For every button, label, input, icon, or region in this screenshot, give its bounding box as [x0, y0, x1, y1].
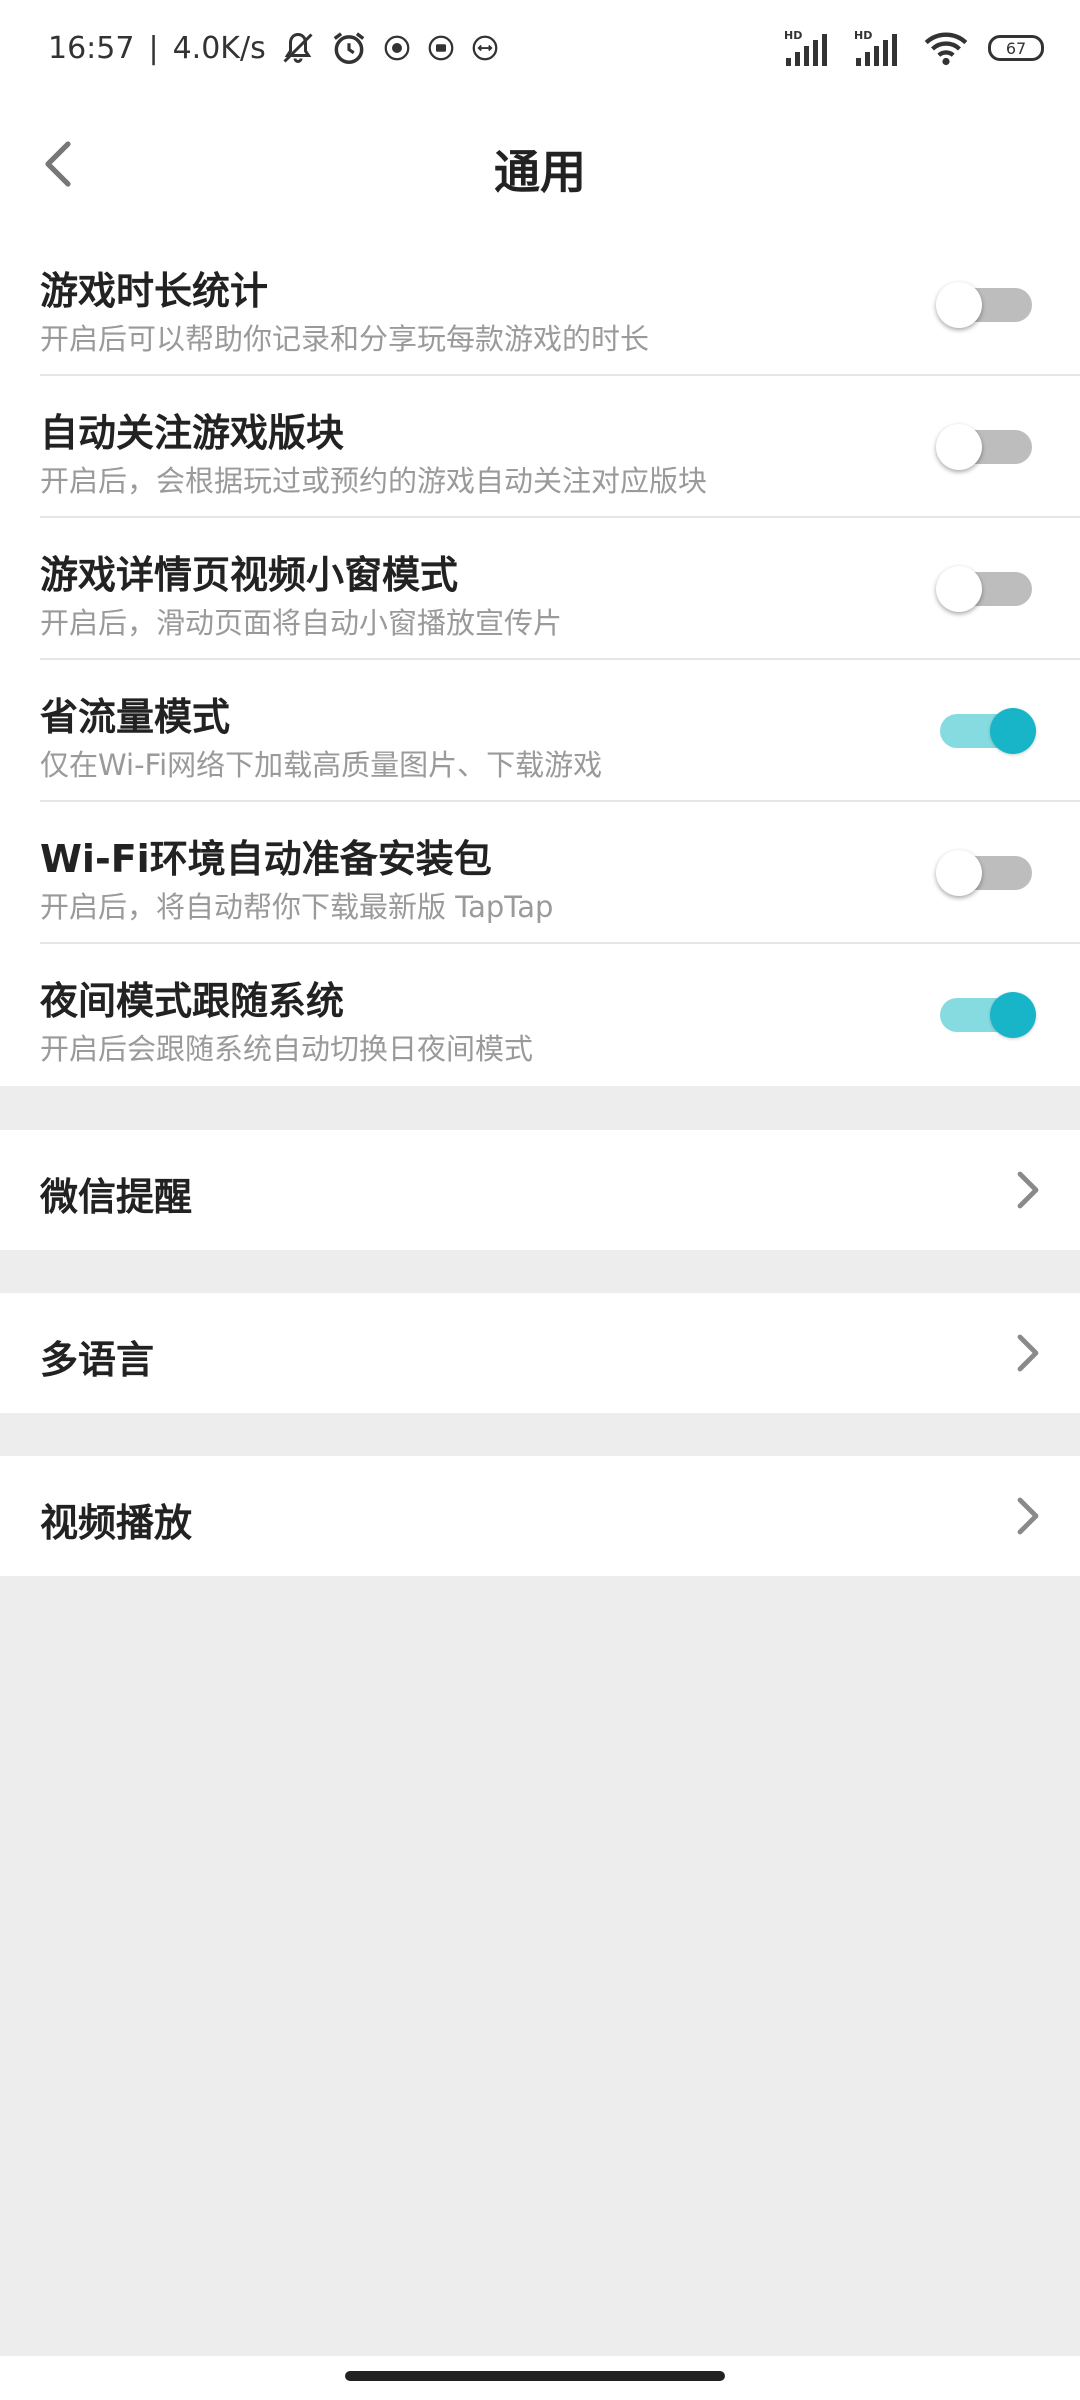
setting-title: 省流量模式 — [40, 695, 231, 739]
setting-title: Wi-Fi环境自动准备安装包 — [40, 837, 492, 881]
setting-subtitle: 开启后，滑动页面将自动小窗播放宣传片 — [40, 606, 563, 640]
setting-row-play-time-stats[interactable]: 游戏时长统计 开启后可以帮助你记录和分享玩每款游戏的时长 — [0, 234, 1080, 376]
app-notification-icon — [384, 35, 410, 61]
toggle-knob — [936, 850, 982, 896]
setting-title: 夜间模式跟随系统 — [40, 979, 345, 1023]
setting-subtitle: 开启后会跟随系统自动切换日夜间模式 — [40, 1032, 534, 1066]
settings-toggle-group: 游戏时长统计 开启后可以帮助你记录和分享玩每款游戏的时长 自动关注游戏版块 开启… — [0, 234, 1080, 1086]
setting-subtitle: 开启后，将自动帮你下载最新版 TapTap — [40, 890, 554, 924]
battery-icon: 67 — [988, 35, 1044, 61]
chevron-right-icon — [1017, 1171, 1039, 1209]
app-notification-icon — [472, 35, 498, 61]
app-header: 通用 — [0, 96, 1080, 234]
status-time: 16:57 — [48, 30, 135, 66]
toggle-switch[interactable] — [936, 564, 1036, 614]
toggle-knob — [936, 566, 982, 612]
status-right: HD HD 67 — [784, 22, 1044, 74]
setting-subtitle: 开启后可以帮助你记录和分享玩每款游戏的时长 — [40, 322, 650, 356]
page-title: 通用 — [494, 145, 586, 199]
toggle-switch[interactable] — [936, 990, 1036, 1040]
mute-bell-icon — [283, 32, 313, 63]
setting-subtitle: 开启后，会根据玩过或预约的游戏自动关注对应版块 — [40, 464, 708, 498]
svg-text:HD: HD — [854, 29, 872, 42]
setting-row-video-mini-window[interactable]: 游戏详情页视频小窗模式 开启后，滑动页面将自动小窗播放宣传片 — [0, 518, 1080, 660]
status-left: 16:57 | 4.0K/s — [48, 24, 500, 72]
nav-label: 微信提醒 — [40, 1175, 193, 1219]
battery-level: 67 — [1005, 38, 1027, 58]
setting-row-wifi-auto-download[interactable]: Wi-Fi环境自动准备安装包 开启后，将自动帮你下载最新版 TapTap — [0, 802, 1080, 944]
nav-row-wechat-reminder[interactable]: 微信提醒 — [0, 1130, 1080, 1250]
svg-text:HD: HD — [784, 29, 802, 42]
signal-hd-icon: HD — [854, 29, 897, 66]
toggle-knob — [990, 708, 1036, 754]
toggle-knob — [990, 992, 1036, 1038]
setting-title: 游戏时长统计 — [40, 269, 269, 313]
toggle-switch[interactable] — [936, 848, 1036, 898]
toggle-switch[interactable] — [936, 280, 1036, 330]
toggle-knob — [936, 424, 982, 470]
nav-row-language[interactable]: 多语言 — [0, 1293, 1080, 1413]
setting-row-night-mode-follow-system[interactable]: 夜间模式跟随系统 开启后会跟随系统自动切换日夜间模式 — [0, 944, 1080, 1086]
setting-title: 自动关注游戏版块 — [40, 411, 345, 455]
chevron-right-icon — [1017, 1334, 1039, 1372]
status-bar: 16:57 | 4.0K/s HD HD 67 — [0, 0, 1080, 96]
home-indicator[interactable] — [345, 2371, 725, 2381]
toggle-switch[interactable] — [936, 706, 1036, 756]
setting-title: 游戏详情页视频小窗模式 — [40, 553, 459, 597]
app-notification-icon — [428, 35, 454, 61]
wifi-icon — [924, 32, 968, 66]
status-separator: | — [148, 30, 159, 66]
nav-row-video-playback[interactable]: 视频播放 — [0, 1456, 1080, 1576]
setting-row-auto-follow-board[interactable]: 自动关注游戏版块 开启后，会根据玩过或预约的游戏自动关注对应版块 — [0, 376, 1080, 518]
net-speed: 4.0K/s — [172, 30, 266, 66]
alarm-icon — [333, 32, 364, 64]
toggle-switch[interactable] — [936, 422, 1036, 472]
signal-hd-icon: HD — [784, 29, 827, 66]
chevron-right-icon — [1017, 1497, 1039, 1535]
toggle-knob — [936, 282, 982, 328]
setting-row-data-saver[interactable]: 省流量模式 仅在Wi-Fi网络下加载高质量图片、下载游戏 — [0, 660, 1080, 802]
nav-label: 视频播放 — [40, 1501, 193, 1545]
setting-subtitle: 仅在Wi-Fi网络下加载高质量图片、下载游戏 — [40, 748, 603, 782]
nav-label: 多语言 — [40, 1338, 155, 1382]
